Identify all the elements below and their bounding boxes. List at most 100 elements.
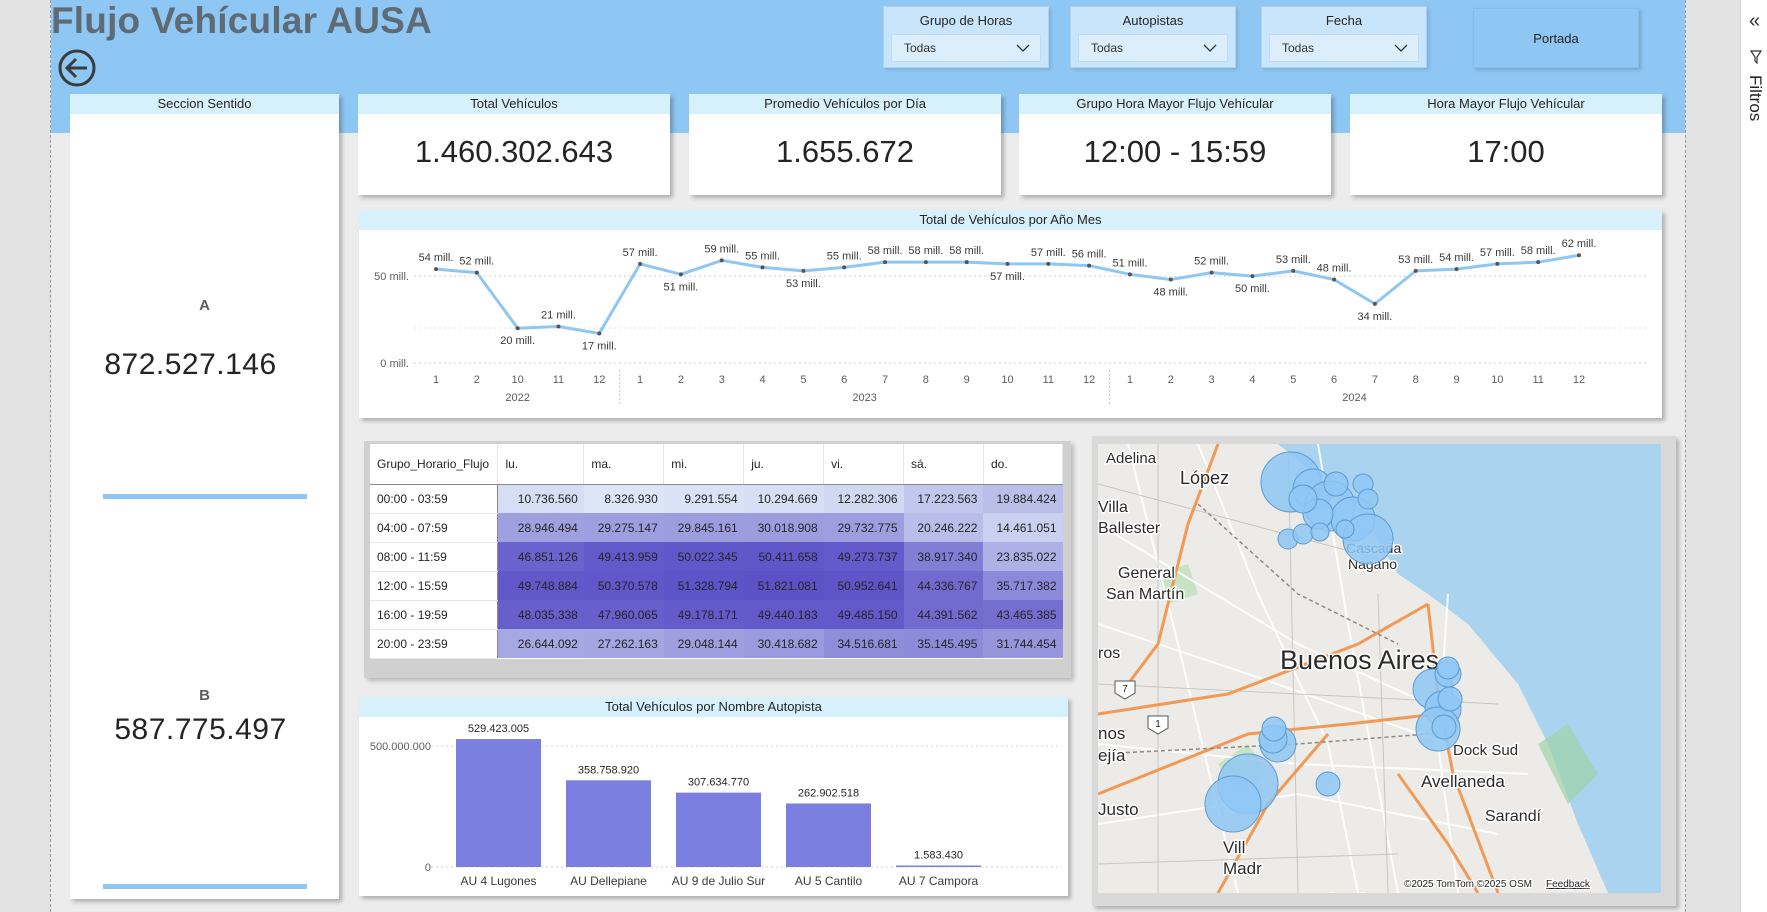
data-label: 54 mill. bbox=[419, 252, 454, 264]
back-arrow-button[interactable] bbox=[57, 48, 97, 88]
matrix-cell: 49.273.737 bbox=[823, 542, 904, 571]
matrix-column-header[interactable]: ma. bbox=[583, 444, 665, 485]
map-place-label: ros bbox=[1098, 645, 1120, 662]
data-label: 62 mill. bbox=[1562, 238, 1597, 250]
map-place-label: nos bbox=[1098, 724, 1125, 743]
matrix-cell: 29.048.144 bbox=[663, 629, 744, 658]
slicer-dropdown[interactable]: Todas bbox=[1269, 34, 1419, 62]
x-tick-label: 3 bbox=[1209, 374, 1215, 386]
slicer-fecha[interactable]: Fecha Todas bbox=[1261, 6, 1427, 68]
x-tick-label: 10 bbox=[512, 374, 524, 386]
data-point bbox=[1127, 272, 1132, 277]
map-bubble bbox=[1323, 471, 1349, 497]
slicer-value: Todas bbox=[1091, 41, 1124, 55]
map-place-label: Justo bbox=[1098, 800, 1139, 819]
bar-data-label: 262.902.518 bbox=[798, 787, 859, 799]
x-tick-label: AU 7 Campora bbox=[899, 874, 979, 888]
data-label: 54 mill. bbox=[1439, 252, 1474, 264]
x-tick-label: 9 bbox=[1453, 374, 1459, 386]
x-tick-label: 2 bbox=[678, 374, 684, 386]
data-point bbox=[1454, 267, 1459, 272]
matrix-cell: 10.294.669 bbox=[743, 484, 824, 513]
x-tick-label: AU 9 de Julio Sur bbox=[672, 874, 765, 888]
x-tick-label: 8 bbox=[923, 374, 929, 386]
collapse-pane-icon[interactable]: « bbox=[1749, 10, 1760, 33]
x-tick-label: 10 bbox=[1001, 374, 1013, 386]
matrix-column-header[interactable]: mi. bbox=[663, 444, 745, 485]
y-tick-label: 0 bbox=[425, 862, 431, 874]
x-tick-label: 4 bbox=[1249, 374, 1255, 386]
portada-button[interactable]: Portada bbox=[1473, 8, 1639, 68]
map-place-label: Lanús bbox=[1330, 892, 1374, 893]
section-b-label: B bbox=[199, 687, 210, 704]
matrix-cell: 50.952.641 bbox=[823, 571, 904, 600]
data-point bbox=[556, 324, 561, 329]
matrix-column-header[interactable]: sá. bbox=[903, 444, 984, 485]
map-place-label: Vill bbox=[1223, 838, 1245, 857]
data-label: 21 mill. bbox=[541, 309, 576, 321]
matrix-column-header[interactable]: lu. bbox=[497, 444, 585, 485]
matrix-column-header[interactable]: ju. bbox=[743, 444, 825, 485]
slicer-dropdown[interactable]: Todas bbox=[1078, 34, 1228, 62]
map-bubble bbox=[1315, 771, 1341, 797]
data-label: 56 mill. bbox=[1072, 249, 1107, 261]
data-point bbox=[1087, 263, 1092, 268]
x-tick-label: 9 bbox=[964, 374, 970, 386]
matrix-cell: 29.275.147 bbox=[583, 513, 664, 542]
data-point bbox=[842, 265, 847, 270]
section-a-value: 872.527.146 bbox=[104, 348, 277, 381]
matrix-cell: 51.821.081 bbox=[743, 571, 824, 600]
matrix-cell: 44.336.767 bbox=[903, 571, 984, 600]
chevron-down-icon bbox=[1394, 44, 1408, 52]
matrix-cell: 23.835.022 bbox=[983, 542, 1063, 571]
bar-data-label: 529.423.005 bbox=[468, 723, 529, 735]
bar bbox=[566, 780, 651, 867]
data-point bbox=[883, 260, 888, 265]
data-label: 48 mill. bbox=[1153, 287, 1188, 299]
matrix-cell: 34.516.681 bbox=[823, 629, 904, 658]
slicer-grupo-horas[interactable]: Grupo de Horas Todas bbox=[883, 6, 1049, 68]
matrix-cell: 46.851.126 bbox=[497, 542, 584, 571]
y-tick-label: 50 mill. bbox=[374, 271, 409, 283]
data-label: 51 mill. bbox=[1113, 257, 1148, 269]
x-tick-label: AU 4 Lugones bbox=[460, 874, 536, 888]
slicer-title: Fecha bbox=[1325, 13, 1363, 28]
matrix-cell: 50.022.345 bbox=[663, 542, 744, 571]
data-label: 50 mill. bbox=[1235, 283, 1270, 295]
slicer-value: Todas bbox=[904, 41, 937, 55]
map-place-label: Madr bbox=[1223, 859, 1262, 878]
heatmap-matrix: Grupo_Horario_Flujo lu. ma. mi. ju. vi. sá. do.… bbox=[370, 444, 1064, 659]
slicer-value: Todas bbox=[1282, 41, 1315, 55]
matrix-cell: 17.223.563 bbox=[903, 484, 984, 513]
matrix-cell: 14.461.051 bbox=[983, 513, 1063, 542]
data-label: 58 mill. bbox=[868, 245, 903, 257]
data-point bbox=[1332, 277, 1337, 282]
kpi-title: Hora Mayor Flujo Vehícular bbox=[1350, 94, 1662, 114]
map-bubble bbox=[1204, 775, 1262, 833]
matrix-row: 12:00 - 15:59 49.748.884 50.370.578 51.328.… bbox=[370, 571, 1063, 601]
bar bbox=[896, 865, 981, 867]
slicer-dropdown[interactable]: Todas bbox=[891, 34, 1041, 62]
map-feedback-link[interactable]: Feedback bbox=[1545, 878, 1592, 892]
chevron-down-icon bbox=[1203, 44, 1217, 52]
matrix-cell: 50.370.578 bbox=[583, 571, 664, 600]
map-place-label: López bbox=[1180, 468, 1229, 488]
matrix-column-header[interactable]: do. bbox=[983, 444, 1064, 485]
matrix-column-header[interactable]: Grupo_Horario_Flujo bbox=[370, 444, 499, 485]
data-label: 59 mill. bbox=[704, 243, 739, 255]
kpi-value: 17:00 bbox=[1467, 134, 1545, 169]
matrix-row-label: 00:00 - 03:59 bbox=[370, 484, 499, 514]
data-point bbox=[1536, 260, 1541, 265]
bar-chart-title: Total Vehículos por Nombre Autopista bbox=[359, 697, 1068, 717]
data-point bbox=[1291, 268, 1296, 273]
map-bubble bbox=[1292, 523, 1314, 545]
map-bubble bbox=[1310, 522, 1330, 542]
map-place-label: Buenos Aires bbox=[1280, 645, 1439, 675]
filters-pane[interactable]: « Filtros bbox=[1740, 0, 1767, 912]
map-view[interactable]: Adelina López Villa Ballester General San Mar… bbox=[1098, 444, 1661, 893]
matrix-column-header[interactable]: vi. bbox=[823, 444, 905, 485]
slicer-autopistas[interactable]: Autopistas Todas bbox=[1070, 6, 1236, 68]
bar bbox=[786, 803, 871, 867]
matrix-row: 04:00 - 07:59 28.946.494 29.275.147 29.845.… bbox=[370, 513, 1063, 543]
matrix-cell: 38.917.340 bbox=[903, 542, 984, 571]
